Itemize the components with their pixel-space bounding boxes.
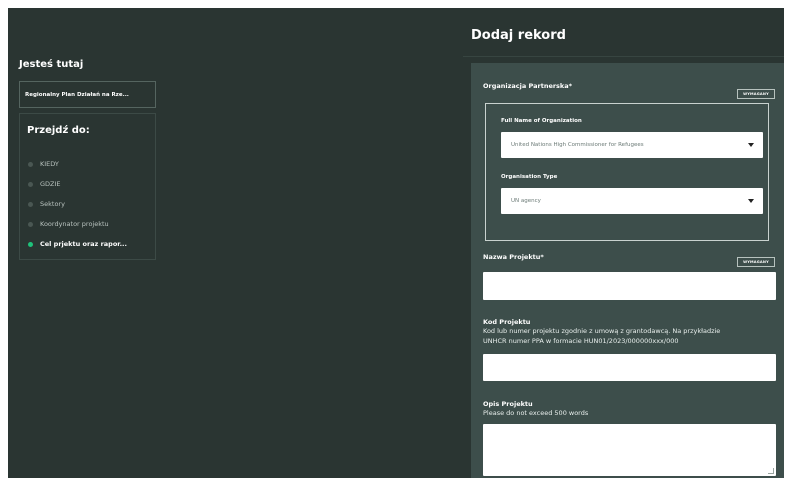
project-code-desc-1: Kod lub numer projektu zgodnie z umową z… bbox=[483, 327, 721, 335]
nav-item-label: GDZIE bbox=[40, 180, 61, 188]
nav-item-gdzie[interactable]: GDZIE bbox=[28, 177, 61, 191]
required-badge: WYMAGANY bbox=[737, 89, 775, 99]
project-name-label: Nazwa Projektu* bbox=[483, 253, 544, 261]
title-divider bbox=[463, 56, 784, 57]
project-desc-hint: Please do not exceed 500 words bbox=[483, 409, 589, 417]
nav-item-label: Koordynator projektu bbox=[40, 220, 109, 228]
project-desc-textarea[interactable] bbox=[483, 424, 776, 476]
breadcrumb[interactable]: Regionalny Plan Działań na Rze... bbox=[19, 81, 156, 108]
resize-handle-icon[interactable] bbox=[768, 468, 774, 474]
nav-dot-icon bbox=[28, 161, 33, 167]
org-type-select[interactable]: UN agency bbox=[501, 188, 763, 214]
nav-item-label: Sektory bbox=[40, 200, 65, 208]
nav-item-sektory[interactable]: Sektory bbox=[28, 197, 65, 211]
nav-title: Przejdź do: bbox=[27, 125, 90, 136]
full-name-select[interactable]: United Nations High Commissioner for Ref… bbox=[501, 132, 763, 158]
required-badge: WYMAGANY bbox=[737, 257, 775, 267]
nav-dot-icon bbox=[28, 181, 33, 187]
project-code-input[interactable] bbox=[483, 354, 776, 381]
nav-item-cel-projektu[interactable]: Cel prjektu oraz rapor... bbox=[28, 237, 127, 251]
jump-to-nav: Przejdź do: KIEDY GDZIE Sektory Koordyna… bbox=[19, 113, 156, 260]
nav-dot-icon bbox=[28, 201, 33, 207]
project-desc-label: Opis Projektu bbox=[483, 400, 533, 408]
full-name-label: Full Name of Organization bbox=[501, 118, 582, 124]
project-code-label: Kod Projektu bbox=[483, 318, 531, 326]
project-name-input[interactable] bbox=[483, 272, 776, 300]
nav-item-kiedy[interactable]: KIEDY bbox=[28, 157, 59, 171]
app-frame: Jesteś tutaj Regionalny Plan Działań na … bbox=[8, 8, 784, 478]
partner-org-label: Organizacja Partnerska* bbox=[483, 82, 573, 90]
caret-down-icon bbox=[748, 199, 754, 203]
project-code-desc-2: UNHCR numer PPA w formacie HUN01/2023/00… bbox=[483, 337, 679, 345]
nav-item-koordynator[interactable]: Koordynator projektu bbox=[28, 217, 109, 231]
you-are-here-title: Jesteś tutaj bbox=[19, 59, 84, 70]
nav-active-dot-icon bbox=[28, 241, 33, 247]
form-panel: Organizacja Partnerska* WYMAGANY Full Na… bbox=[471, 63, 784, 478]
nav-item-label: Cel prjektu oraz rapor... bbox=[40, 240, 127, 248]
caret-down-icon bbox=[748, 143, 754, 147]
org-type-value: UN agency bbox=[511, 198, 541, 204]
partner-org-group: Full Name of Organization United Nations… bbox=[485, 103, 769, 241]
nav-item-label: KIEDY bbox=[40, 160, 59, 168]
org-type-label: Organisation Type bbox=[501, 174, 558, 180]
page-title: Dodaj rekord bbox=[471, 28, 566, 43]
full-name-value: United Nations High Commissioner for Ref… bbox=[511, 142, 644, 148]
nav-dot-icon bbox=[28, 221, 33, 227]
